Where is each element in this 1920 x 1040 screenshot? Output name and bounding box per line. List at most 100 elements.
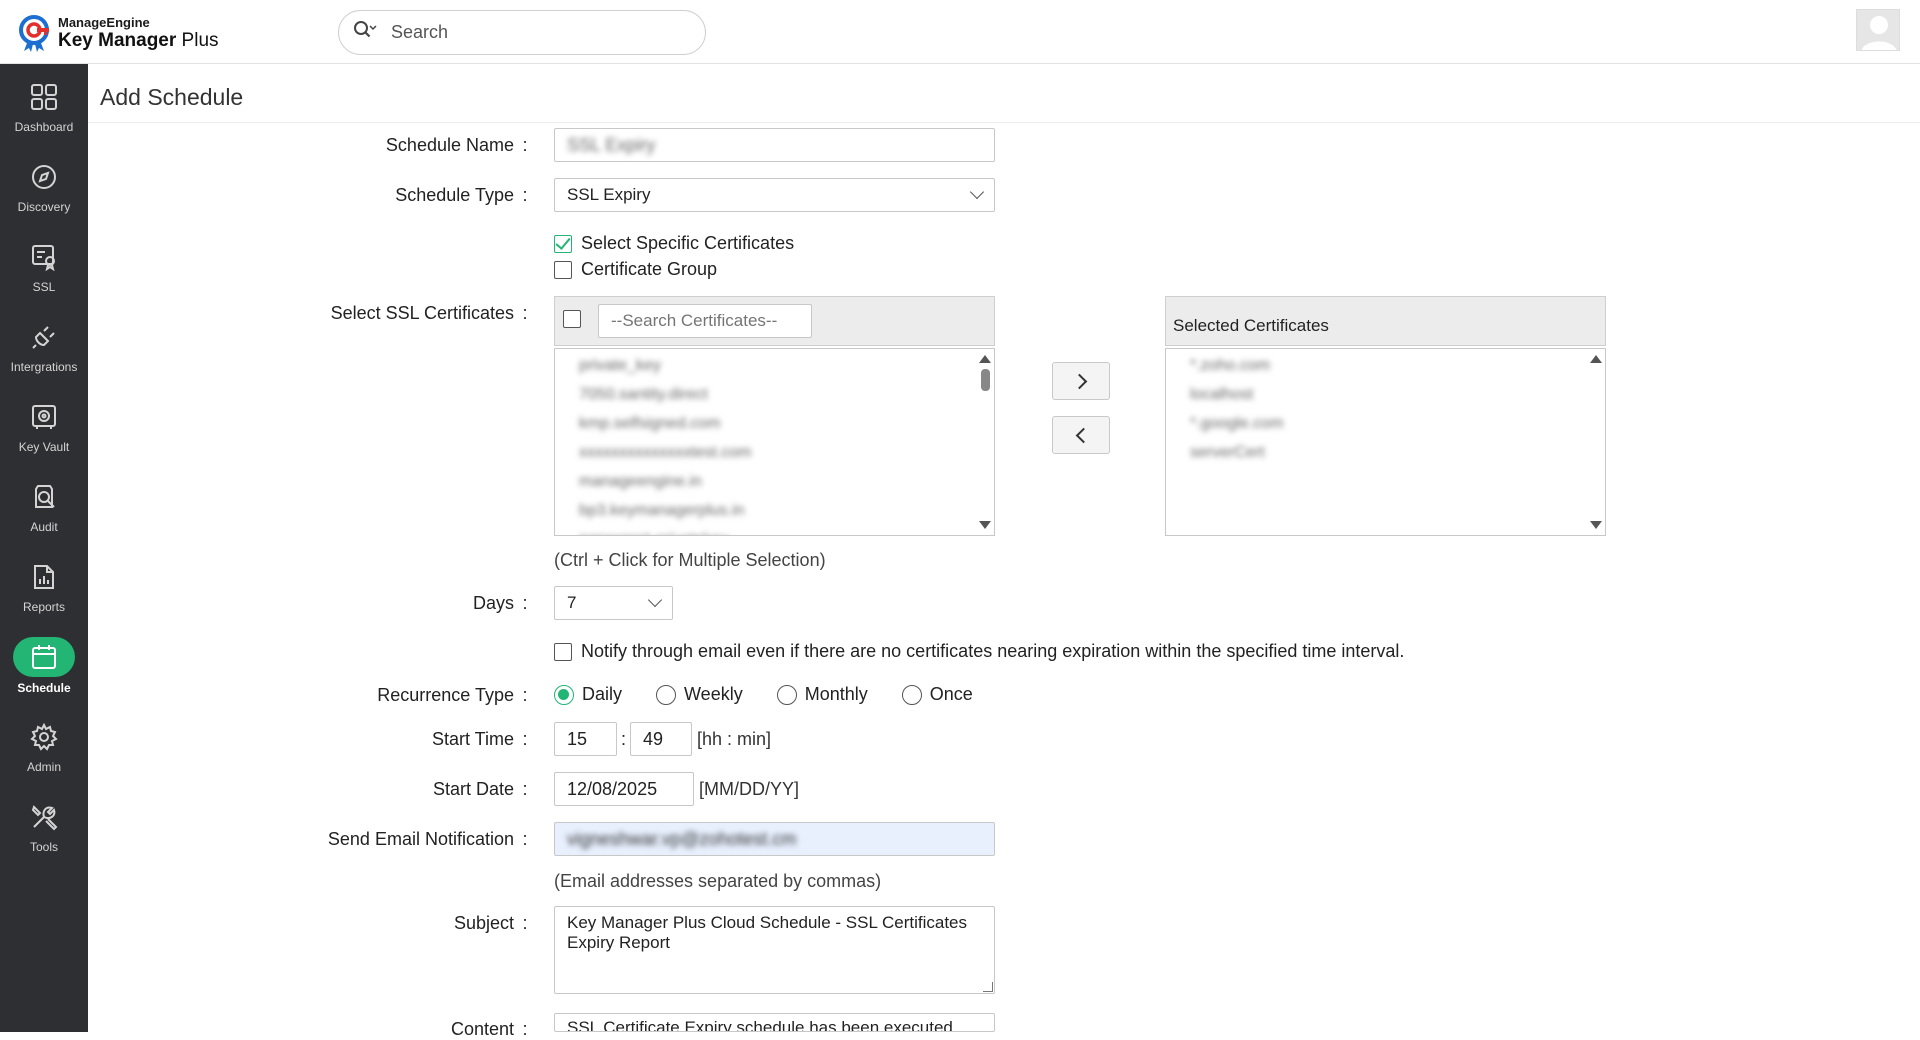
sidebar-item-label: Dashboard: [14, 120, 74, 134]
sidebar-item-integrations[interactable]: Intergrations: [0, 310, 88, 388]
list-item[interactable]: 7050.santity.direct: [555, 380, 994, 409]
days-label: Days:: [472, 593, 528, 613]
plug-icon: [27, 320, 61, 354]
audit-search-icon: [27, 480, 61, 514]
radio-button[interactable]: [554, 684, 574, 705]
sidebar-item-audit[interactable]: Audit: [0, 470, 88, 548]
brand-company: ManageEngine: [58, 15, 150, 30]
radio-button[interactable]: [776, 684, 797, 705]
email-hint: (Email addresses separated by commas): [554, 871, 882, 891]
scroll-up-icon[interactable]: [1590, 355, 1602, 363]
list-item[interactable]: *.google.com: [1166, 409, 1605, 438]
page-title: Add Schedule: [100, 84, 244, 110]
start-date-input[interactable]: 12/08/2025: [554, 772, 694, 806]
subject-textarea[interactable]: [554, 906, 995, 994]
available-certificates-list[interactable]: private_key 7050.santity.direct kmp.self…: [554, 348, 995, 536]
select-specific-certificates-option[interactable]: Select Specific Certificates: [554, 233, 794, 254]
recurrence-monthly[interactable]: Monthly: [776, 684, 868, 705]
content-label: Content:: [450, 1019, 528, 1039]
notify-option[interactable]: Notify through email even if there are n…: [554, 641, 1404, 662]
start-hour-input[interactable]: 15: [554, 722, 617, 756]
sidebar-item-schedule[interactable]: Schedule: [0, 630, 88, 708]
recurrence-once[interactable]: Once: [901, 684, 973, 705]
select-specific-checkbox[interactable]: [554, 234, 572, 253]
add-selected-button[interactable]: [1052, 362, 1110, 400]
date-format-hint: [MM/DD/YY]: [699, 779, 800, 799]
top-bar: ManageEngine Key Manager Plus: [0, 0, 1920, 64]
recurrence-weekly[interactable]: Weekly: [656, 684, 743, 705]
start-minute-input[interactable]: 49: [630, 722, 692, 756]
compass-icon: [27, 160, 61, 194]
list-scrollbar[interactable]: [1589, 351, 1603, 533]
list-item[interactable]: serverCert: [1166, 438, 1605, 467]
sidebar-item-label: SSL: [32, 280, 56, 294]
tools-icon: [27, 800, 61, 834]
schedule-name-label: Schedule Name:: [385, 135, 528, 155]
time-format-hint: [hh : min]: [697, 729, 772, 749]
sidebar-item-admin[interactable]: Admin: [0, 710, 88, 788]
list-item[interactable]: nonexport-privatekey: [555, 525, 994, 535]
list-item[interactable]: manageengine.in: [555, 467, 994, 496]
send-email-label: Send Email Notification:: [327, 829, 528, 849]
notify-checkbox[interactable]: [554, 642, 572, 661]
sidebar-item-label: Schedule: [17, 681, 71, 695]
remove-selected-button[interactable]: [1052, 416, 1110, 454]
selected-certificates-list[interactable]: *.zoho.com localhost *.google.com server…: [1165, 348, 1606, 536]
time-separator: :: [621, 729, 627, 749]
brand-logo[interactable]: ManageEngine Key Manager Plus: [18, 14, 219, 52]
certificate-search-input[interactable]: [598, 304, 812, 338]
recurrence-type-label: Recurrence Type:: [377, 685, 528, 705]
sidebar-item-tools[interactable]: Tools: [0, 790, 88, 868]
chevron-right-icon: [1071, 373, 1087, 389]
sidebar-item-dashboard[interactable]: Dashboard: [0, 70, 88, 148]
scroll-down-icon[interactable]: [979, 521, 991, 529]
select-all-checkbox[interactable]: [563, 310, 581, 328]
schedule-name-input[interactable]: SSL Expiry: [554, 128, 995, 162]
schedule-type-label: Schedule Type:: [395, 185, 528, 205]
sidebar-item-reports[interactable]: Reports: [0, 550, 88, 628]
list-item[interactable]: *.zoho.com: [1166, 351, 1605, 380]
avatar[interactable]: [1856, 9, 1900, 51]
sidebar-item-key-vault[interactable]: Key Vault: [0, 390, 88, 468]
list-item[interactable]: localhost: [1166, 380, 1605, 409]
vault-icon: [27, 400, 61, 434]
calendar-icon: [13, 637, 75, 677]
recurrence-daily[interactable]: Daily: [554, 684, 622, 705]
radio-button[interactable]: [901, 684, 922, 705]
global-search[interactable]: [338, 10, 706, 55]
scroll-up-icon[interactable]: [979, 355, 991, 363]
list-item[interactable]: private_key: [555, 351, 994, 380]
scroll-thumb[interactable]: [980, 369, 990, 391]
schedule-type-select[interactable]: SSL Expiry: [554, 178, 995, 212]
days-select[interactable]: 7: [554, 586, 673, 620]
certificate-group-option[interactable]: Certificate Group: [554, 259, 717, 280]
brand-product: Key Manager Plus: [58, 30, 219, 51]
list-item[interactable]: bp3.keymanagerplus.in: [555, 496, 994, 525]
certificate-icon: [27, 240, 61, 274]
sidebar-item-discovery[interactable]: Discovery: [0, 150, 88, 228]
selected-certificates-header: Selected Certificates: [1165, 296, 1606, 346]
sidebar-item-ssl[interactable]: SSL: [0, 230, 88, 308]
select-ssl-certificates-label: Select SSL Certificates:: [330, 303, 528, 323]
sidebar-item-label: Discovery: [17, 200, 71, 214]
sidebar-item-label: Admin: [26, 760, 61, 774]
radio-button[interactable]: [656, 684, 677, 705]
email-field[interactable]: vigneshwar.vp@zohotest.cm: [554, 822, 995, 856]
selected-certificates-title: Selected Certificates: [1173, 316, 1329, 335]
scroll-down-icon[interactable]: [1590, 521, 1602, 529]
resize-handle[interactable]: [983, 982, 993, 992]
search-input[interactable]: [391, 22, 691, 43]
list-item[interactable]: kmp.selfsigned.com: [555, 409, 994, 438]
chevron-left-icon: [1075, 427, 1091, 443]
certificate-group-checkbox[interactable]: [554, 260, 572, 279]
list-item[interactable]: xxxxxxxxxxxxxxtest.com: [555, 438, 994, 467]
report-icon: [27, 560, 61, 594]
sidebar: Dashboard Discovery SSL Intergrations Ke…: [0, 64, 88, 1032]
sidebar-item-label: Intergrations: [10, 360, 78, 374]
content-textarea[interactable]: [554, 1013, 995, 1032]
subject-label: Subject:: [453, 913, 528, 933]
search-icon: [353, 20, 377, 45]
list-scrollbar[interactable]: [978, 351, 992, 533]
sidebar-item-label: Key Vault: [18, 440, 70, 454]
chevron-down-icon: [647, 592, 663, 608]
